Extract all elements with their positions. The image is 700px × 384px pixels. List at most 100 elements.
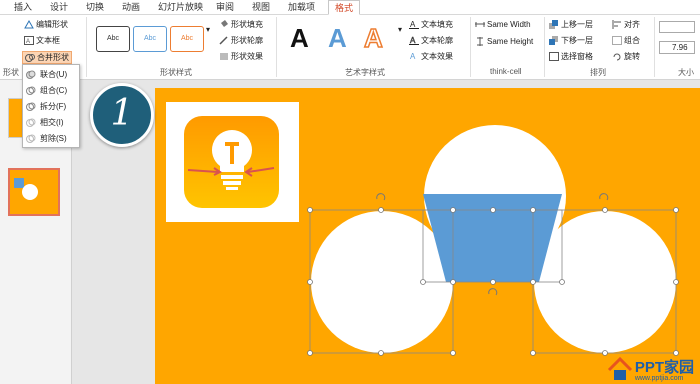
- shape-effects-button[interactable]: 形状效果: [219, 51, 263, 62]
- group-label: 组合: [624, 36, 640, 45]
- shape-styles-group-label: 形状样式: [160, 68, 192, 77]
- tab-design[interactable]: 设计: [50, 0, 68, 15]
- same-height-label: Same Height: [487, 37, 534, 46]
- wordart-style-blue[interactable]: A: [328, 23, 347, 54]
- shape-fill-label: 形状填充: [231, 20, 263, 29]
- menu-item-intersect[interactable]: 相交(I): [26, 116, 64, 129]
- menu-item-fragment-label: 拆分(F): [40, 102, 67, 111]
- watermark-logo: PPT家园 www.pptjia.com: [607, 354, 694, 382]
- shapes-layer[interactable]: [155, 88, 700, 384]
- tab-insert[interactable]: 插入: [14, 0, 32, 15]
- wordart-scroll[interactable]: ▾: [398, 25, 402, 34]
- menu-item-combine-label: 组合(C): [40, 86, 68, 95]
- menu-item-fragment[interactable]: 拆分(F): [26, 100, 66, 113]
- align-button[interactable]: 对齐: [612, 19, 640, 30]
- slide[interactable]: [155, 88, 700, 384]
- tab-slideshow[interactable]: 幻灯片放映: [158, 0, 203, 15]
- pen-icon: [219, 36, 229, 45]
- shape-style-1[interactable]: Abc: [96, 26, 130, 52]
- tab-view[interactable]: 视图: [252, 0, 270, 15]
- menu-item-subtract-label: 剪除(S): [40, 134, 67, 143]
- combine-icon: [26, 86, 36, 95]
- shape-style-2[interactable]: Abc: [133, 26, 167, 52]
- text-box-label: 文本框: [36, 36, 60, 45]
- group-button[interactable]: 组合: [612, 35, 640, 46]
- same-width-label: Same Width: [487, 20, 531, 29]
- separator: [654, 17, 655, 77]
- send-backward-label: 下移一层: [561, 36, 593, 45]
- text-outline-button[interactable]: A 文本轮廓: [409, 35, 453, 46]
- text-effects-button[interactable]: A 文本效果: [409, 51, 453, 62]
- text-box-button[interactable]: A 文本框: [24, 35, 60, 46]
- text-outline-icon: A: [409, 36, 419, 45]
- shape-fill-button[interactable]: 形状填充: [219, 19, 263, 30]
- tab-review[interactable]: 审阅: [216, 0, 234, 15]
- tab-transitions[interactable]: 切换: [86, 0, 104, 15]
- svg-text:A: A: [410, 52, 416, 61]
- height-field[interactable]: [659, 21, 695, 33]
- intersect-icon: [26, 118, 36, 127]
- edit-shape-button[interactable]: 编辑形状: [24, 19, 68, 30]
- same-width-icon: [475, 20, 485, 29]
- merge-shapes-label: 合并形状: [37, 53, 69, 62]
- bring-forward-icon: [549, 20, 559, 29]
- subtract-icon: [26, 134, 36, 143]
- size-group-label: 大小: [678, 68, 694, 77]
- styles-scroll[interactable]: ▾: [206, 25, 210, 34]
- merge-shapes-menu: 联合(U) 组合(C) 拆分(F) 相交(I) 剪除(S): [22, 64, 80, 148]
- union-icon: [26, 70, 36, 79]
- bring-forward-button[interactable]: 上移一层: [549, 19, 593, 30]
- logo-title: PPT家园: [634, 359, 694, 376]
- svg-text:A: A: [26, 39, 30, 45]
- edit-shape-label: 编辑形状: [36, 20, 68, 29]
- wordart-style-black[interactable]: A: [290, 23, 309, 54]
- svg-text:A: A: [410, 36, 416, 45]
- shape-outline-label: 形状轮廓: [231, 36, 263, 45]
- text-effects-label: 文本效果: [421, 52, 453, 61]
- tab-animations[interactable]: 动画: [122, 0, 140, 15]
- send-backward-button[interactable]: 下移一层: [549, 35, 593, 46]
- house-logo-icon: [607, 356, 632, 380]
- wordart-style-outline[interactable]: A: [363, 22, 383, 54]
- selection-pane-button[interactable]: 选择窗格: [549, 51, 593, 62]
- width-field[interactable]: 7.96: [659, 41, 695, 54]
- merge-shapes-button[interactable]: 合并形状: [22, 51, 72, 64]
- same-height-icon: [475, 37, 485, 46]
- arrange-group-label: 排列: [590, 68, 606, 77]
- selection-pane-label: 选择窗格: [561, 52, 593, 61]
- rotate-icon: [612, 52, 622, 61]
- edit-shape-icon: [24, 19, 34, 29]
- merge-shapes-icon: [25, 53, 35, 62]
- effects-icon: [219, 52, 229, 61]
- separator: [276, 17, 277, 77]
- ribbon: 编辑形状 A 文本框 合并形状 形状 Abc Abc Abc ▾ 形状填充 形状…: [0, 15, 700, 80]
- separator: [544, 17, 545, 77]
- tab-addins[interactable]: 加载项: [288, 0, 315, 15]
- shape-effects-label: 形状效果: [231, 52, 263, 61]
- group-icon: [612, 36, 622, 45]
- selection-pane-icon: [549, 52, 559, 61]
- bring-forward-label: 上移一层: [561, 20, 593, 29]
- shape-outline-button[interactable]: 形状轮廓: [219, 35, 263, 46]
- separator: [470, 17, 471, 77]
- menu-item-intersect-label: 相交(I): [40, 118, 64, 127]
- separator: [86, 17, 87, 77]
- slide-thumbnail-selected[interactable]: [8, 168, 60, 216]
- menu-item-subtract[interactable]: 剪除(S): [26, 132, 67, 145]
- same-height-button[interactable]: Same Height: [475, 37, 533, 46]
- rotate-button[interactable]: 旋转: [612, 51, 640, 62]
- logo-url: www.pptjia.com: [634, 375, 684, 382]
- ribbon-tabs: 插入 设计 切换 动画 幻灯片放映 审阅 视图 加载项 格式: [0, 0, 700, 15]
- menu-item-union[interactable]: 联合(U): [26, 68, 67, 81]
- text-fill-button[interactable]: A 文本填充: [409, 19, 453, 30]
- same-width-button[interactable]: Same Width: [475, 20, 531, 29]
- thinkcell-group-label: think-cell: [490, 67, 522, 76]
- menu-item-combine[interactable]: 组合(C): [26, 84, 67, 97]
- shape-style-3[interactable]: Abc: [170, 26, 204, 52]
- text-fill-icon: A: [409, 20, 419, 29]
- tab-format[interactable]: 格式: [328, 0, 361, 15]
- svg-text:A: A: [410, 20, 416, 29]
- align-label: 对齐: [624, 20, 640, 29]
- shapes-group-label: 形状: [3, 68, 19, 77]
- wordart-group-label: 艺术字样式: [345, 68, 385, 77]
